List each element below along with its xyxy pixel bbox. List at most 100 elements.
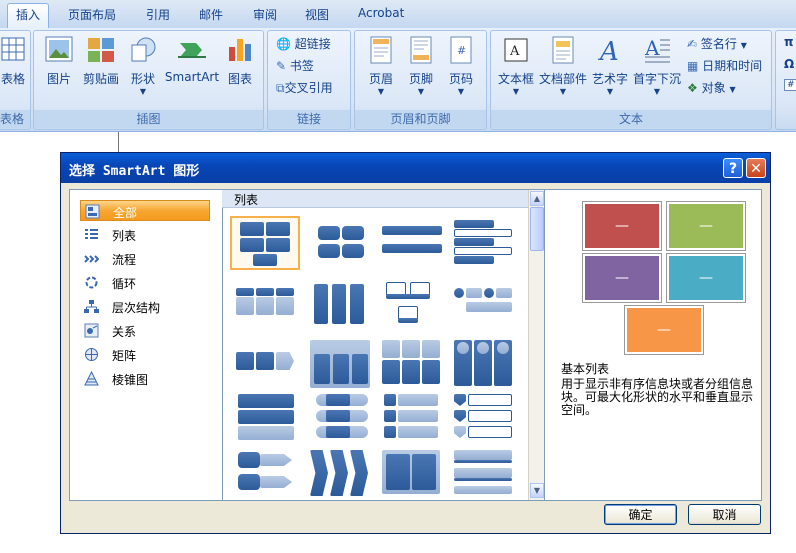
layout-vertical-chevron-list[interactable] — [306, 446, 376, 500]
links-group: 🌐 超链接 ✎ 书签 ⧉交叉引用 链接 — [267, 30, 351, 130]
hyperlink-button[interactable]: 🌐 超链接 — [276, 35, 331, 52]
layout-horizontal-list[interactable] — [232, 338, 302, 392]
layout-description: 用于显示非有序信息块或者分组信息块。可最大化形状的水平和垂直显示空间。 — [561, 377, 754, 417]
date-time-button[interactable]: ▦ 日期和时间 — [687, 57, 762, 74]
illustrations-group: 图片 剪贴画 形状 ▼ SmartArt 图表 插图 — [33, 30, 264, 130]
layout-rounded-list[interactable] — [306, 392, 376, 446]
textbox-icon: A — [504, 38, 528, 62]
close-icon: ✕ — [750, 161, 762, 177]
layout-basic-block-list[interactable] — [230, 216, 300, 270]
layout-segmented-list[interactable] — [378, 446, 448, 500]
table-icon — [1, 37, 25, 61]
table-button[interactable]: 表格 — [0, 35, 27, 87]
scroll-up-arrow-icon[interactable]: ▲ — [530, 191, 544, 206]
footer-dropdown-icon: ▼ — [417, 87, 425, 96]
header-dropdown-icon: ▼ — [377, 87, 385, 96]
category-list: 全部 列表 流程 循环 层次结构 关系 矩阵 棱锥图 — [70, 190, 223, 500]
object-dropdown-icon: ▼ — [729, 85, 736, 94]
category-cycle[interactable]: 循环 — [80, 272, 210, 293]
preview-shape-2: — — [667, 202, 745, 250]
cross-reference-button[interactable]: ⧉交叉引用 — [276, 79, 333, 96]
cancel-button[interactable]: 取消 — [688, 504, 761, 525]
layout-horizontal-bullet-list[interactable] — [232, 280, 302, 334]
category-process[interactable]: 流程 — [80, 248, 210, 269]
layout-stacked-list[interactable] — [450, 216, 520, 270]
bookmark-button[interactable]: ✎ 书签 — [276, 57, 314, 74]
category-relationship[interactable]: 关系 — [80, 320, 210, 341]
layout-lined-list[interactable] — [450, 280, 520, 334]
tab-mailings[interactable]: 邮件 — [199, 6, 223, 23]
tab-page-layout[interactable]: 页面布局 — [68, 6, 116, 23]
quick-parts-button[interactable]: 文档部件 ▼ — [538, 35, 588, 96]
text-group: A 文本框 ▼ 文档部件 ▼ A 艺术字 ▼ A 首字下沉 ▼ ✍ 签名行 ▼ … — [490, 30, 772, 130]
signature-line-button[interactable]: ✍ 签名行 ▼ — [687, 35, 747, 52]
scrollbar-thumb[interactable] — [530, 207, 544, 251]
layout-picture-caption-list[interactable] — [378, 280, 448, 334]
textbox-button[interactable]: A 文本框 ▼ — [494, 35, 538, 96]
help-button[interactable]: ? — [723, 158, 743, 178]
ok-button[interactable]: 确定 — [604, 504, 677, 525]
layout-grouped-list[interactable] — [378, 392, 448, 446]
tab-insert[interactable]: 插入 — [7, 3, 50, 30]
dialog-title: 选择 SmartArt 图形 — [69, 164, 200, 179]
layout-circle-picture-list[interactable] — [450, 338, 520, 392]
hyperlink-label: 超链接 — [294, 37, 331, 51]
category-relationship-label: 关系 — [112, 325, 137, 339]
layout-chevron-list[interactable] — [450, 392, 520, 446]
category-process-label: 流程 — [112, 253, 137, 267]
shapes-button[interactable]: 形状 ▼ — [123, 35, 163, 96]
svg-text:A: A — [509, 44, 520, 59]
svg-text:A: A — [644, 36, 660, 60]
category-matrix-label: 矩阵 — [112, 349, 137, 363]
dialog-title-bar[interactable]: 选择 SmartArt 图形 ? ✕ — [61, 153, 770, 183]
layout-trapezoid-list[interactable] — [232, 392, 302, 446]
footer-button[interactable]: 页脚 ▼ — [401, 35, 441, 96]
wordart-button[interactable]: A 艺术字 ▼ — [588, 35, 632, 96]
clipart-button[interactable]: 剪贴画 — [79, 35, 123, 87]
layout-target-list[interactable] — [450, 446, 520, 500]
close-button[interactable]: ✕ — [746, 158, 766, 178]
bookmark-label: 书签 — [289, 59, 314, 73]
scroll-down-arrow-icon[interactable]: ▼ — [530, 483, 544, 498]
object-button[interactable]: ❖ 对象 ▼ — [687, 79, 736, 96]
text-group-label: 文本 — [491, 110, 771, 128]
category-list-item[interactable]: 列表 — [80, 224, 210, 245]
numbering-icon[interactable]: # — [784, 79, 796, 91]
category-pyramid[interactable]: 棱锥图 — [80, 368, 210, 389]
header-label: 页眉 — [368, 72, 393, 86]
tab-acrobat[interactable]: Acrobat — [358, 6, 404, 20]
cycle-icon — [85, 276, 98, 289]
layout-vertical-box-list[interactable] — [306, 280, 376, 334]
tab-review[interactable]: 审阅 — [253, 6, 277, 23]
tab-view[interactable]: 视图 — [305, 6, 329, 23]
picture-button[interactable]: 图片 — [39, 35, 79, 87]
category-all[interactable]: 全部 — [80, 200, 210, 221]
header-button[interactable]: 页眉 ▼ — [361, 35, 401, 96]
page-number-button[interactable]: # 页码 ▼ — [441, 35, 481, 96]
calendar-icon: ▦ — [687, 59, 699, 73]
layout-process-arrows[interactable] — [232, 446, 302, 500]
layout-table-list[interactable] — [306, 338, 376, 392]
equation-icon[interactable]: π — [784, 35, 794, 49]
smartart-button[interactable]: SmartArt — [163, 35, 221, 84]
layout-alternating-hexagons[interactable] — [306, 216, 376, 270]
links-group-label: 链接 — [268, 110, 350, 128]
picture-icon — [45, 36, 73, 62]
symbol-icon[interactable]: Ω — [784, 57, 794, 71]
signature-line-icon: ✍ — [687, 37, 698, 51]
wordart-icon: A — [598, 37, 619, 67]
chart-button[interactable]: 图表 — [221, 35, 259, 87]
smartart-icon — [178, 43, 206, 58]
table-group-label: 表格 — [0, 110, 30, 128]
category-hierarchy[interactable]: 层次结构 — [80, 296, 210, 317]
layout-vertical-bullet-list[interactable] — [378, 216, 448, 270]
chart-icon — [229, 39, 251, 61]
dialog-content-frame: 全部 列表 流程 循环 层次结构 关系 矩阵 棱锥图 列表 ▲ ▼ — — — … — [69, 189, 762, 501]
category-matrix[interactable]: 矩阵 — [80, 344, 210, 365]
header-icon — [370, 36, 392, 64]
tab-references[interactable]: 引用 — [146, 6, 170, 23]
drop-cap-button[interactable]: A 首字下沉 ▼ — [632, 35, 682, 96]
cross-reference-icon: ⧉ — [276, 81, 285, 95]
layout-scrollbar[interactable]: ▲ ▼ — [528, 190, 545, 500]
layout-picture-list[interactable] — [378, 338, 448, 392]
